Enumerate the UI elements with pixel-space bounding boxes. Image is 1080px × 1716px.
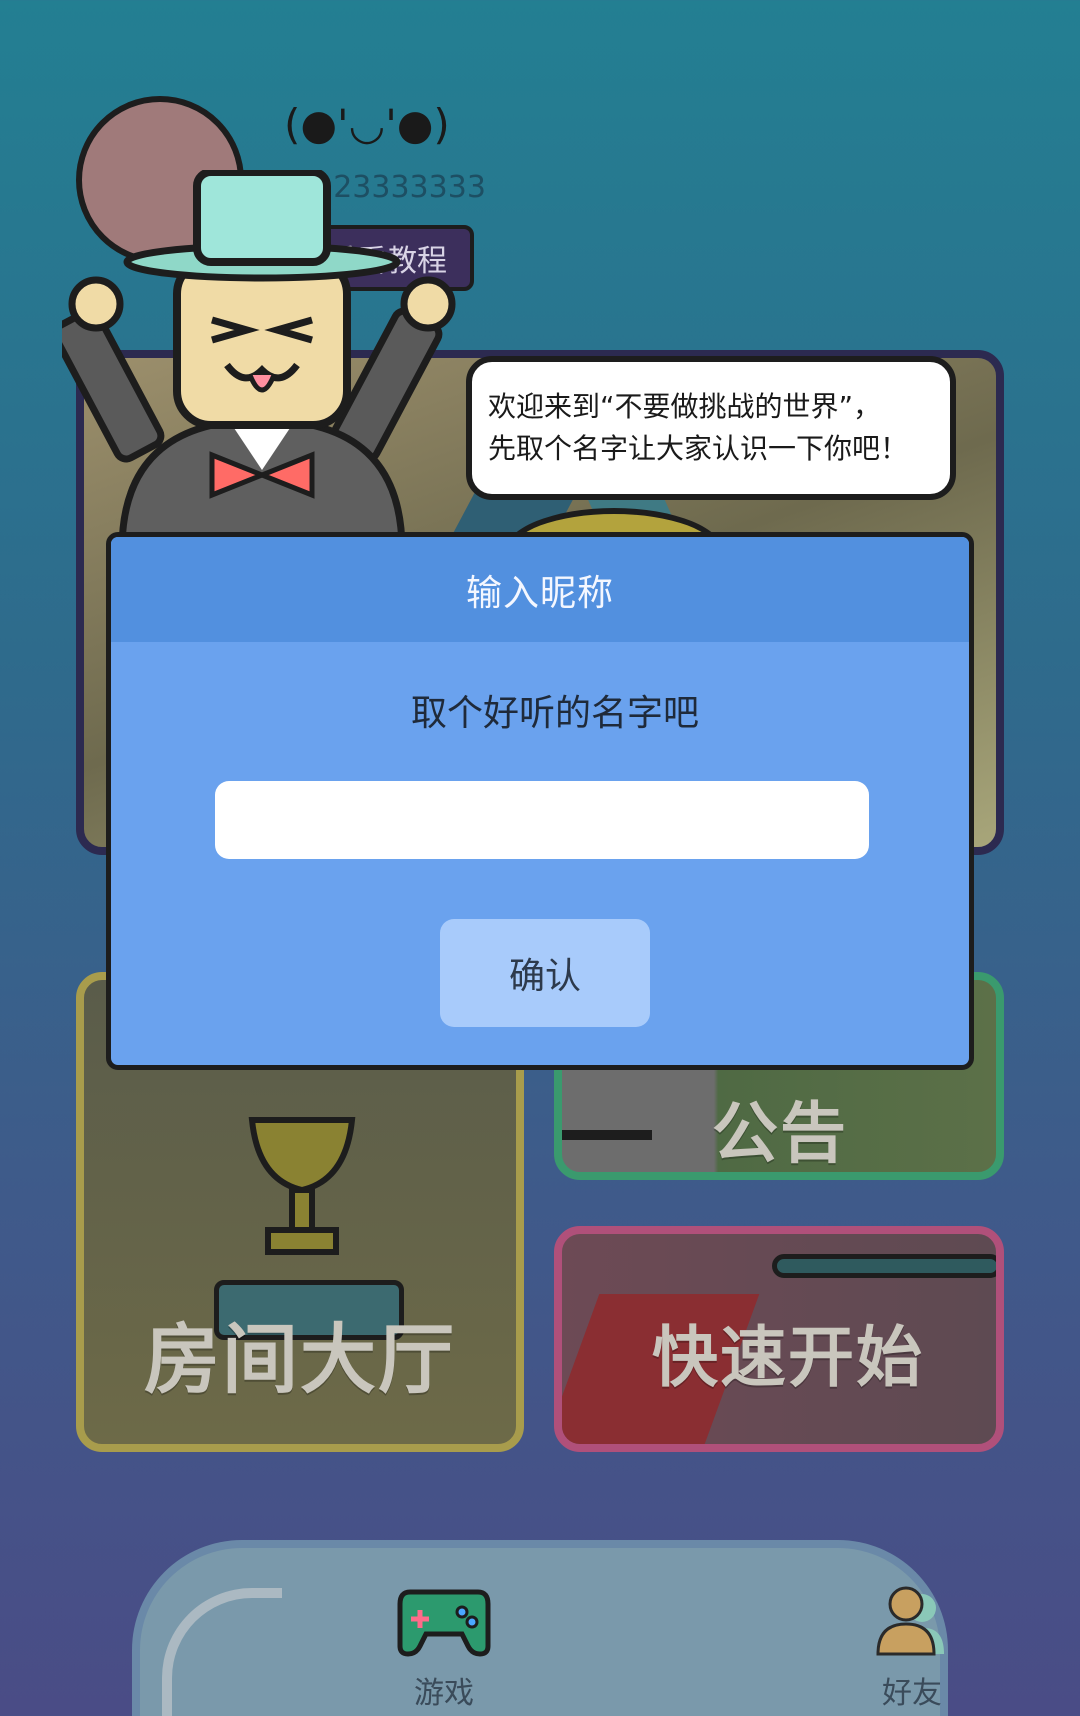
room-lobby-label: 房间大厅 [144, 1315, 456, 1404]
speech-line-2: 先取个名字让大家认识一下你吧！ [488, 432, 909, 465]
nickname-input[interactable] [215, 781, 869, 859]
bottom-tab-bar: 游戏 好友 [132, 1540, 948, 1716]
nickname-dialog: 输入昵称 取个好听的名字吧 确认 [106, 532, 974, 1070]
dialog-title: 输入昵称 [111, 537, 969, 642]
friends-icon [876, 1586, 944, 1656]
tab-friends[interactable]: 好友 [842, 1584, 982, 1712]
tab-game[interactable]: 游戏 [374, 1584, 514, 1712]
tabbar-highlight [162, 1588, 282, 1716]
notice-decoration [562, 1130, 652, 1140]
quick-start-label: 快速开始 [652, 1319, 924, 1396]
notice-label: 公告 [712, 1095, 848, 1172]
gamepad-icon [397, 1589, 491, 1657]
quick-start-card[interactable]: 快速开始 [554, 1226, 1004, 1452]
hat-illustration [772, 1254, 996, 1278]
tab-friends-label: 好友 [882, 1676, 942, 1711]
mascot-illustration [62, 170, 456, 550]
tab-game-label: 游戏 [414, 1676, 474, 1711]
speech-line-1: 欢迎来到“不要做挑战的世界”， [488, 390, 882, 423]
speech-bubble: 欢迎来到“不要做挑战的世界”， 先取个名字让大家认识一下你吧！ [466, 356, 956, 500]
dialog-prompt: 取个好听的名字吧 [410, 693, 699, 734]
confirm-button[interactable]: 确认 [440, 919, 650, 1027]
trophy-icon [248, 1117, 356, 1255]
user-nickname: (●'◡'●) [284, 100, 450, 149]
